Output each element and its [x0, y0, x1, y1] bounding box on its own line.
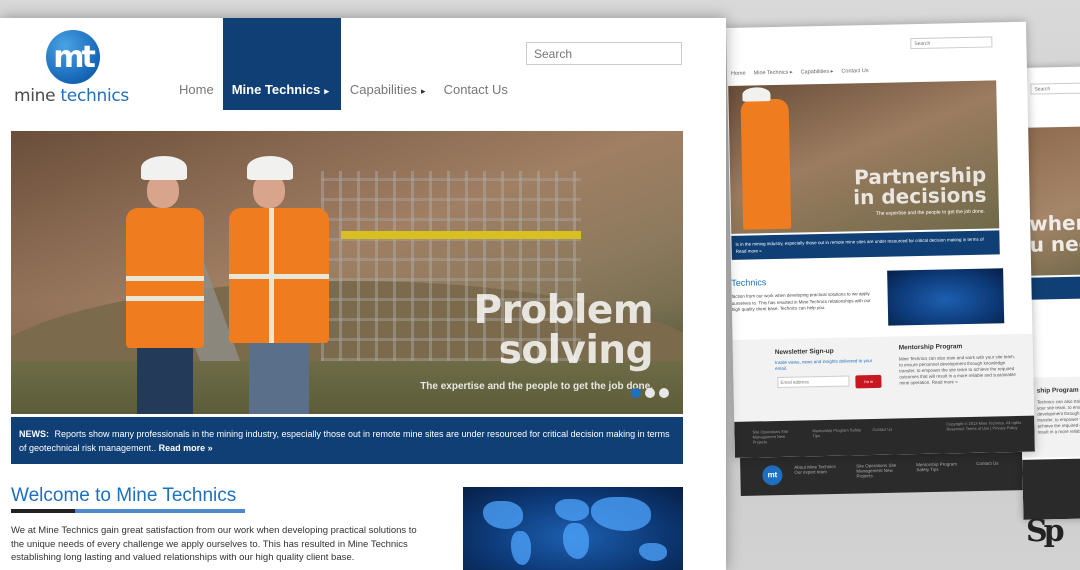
- search-input[interactable]: [526, 42, 682, 65]
- footer-links-operations[interactable]: Site Operations Site Management New Proj…: [856, 463, 902, 479]
- nav-contact-us-label: Contact Us: [443, 82, 508, 97]
- logo-text: mine technics: [14, 86, 129, 106]
- footer-links-mentorship[interactable]: Mentorship Program Safety Tips: [916, 461, 966, 472]
- world-map-image: [887, 268, 1005, 326]
- nav-mine-technics-label: Mine Technics: [231, 82, 321, 97]
- hard-hat-icon: [141, 156, 187, 180]
- footer-link-contact[interactable]: Contact Us: [976, 460, 1006, 466]
- hero-title: Problem solving: [473, 288, 654, 373]
- mentorship-body: Mine Technics can also train and work wi…: [898, 354, 1016, 386]
- logo-text-mine: mine: [14, 86, 61, 106]
- nav-contact-us[interactable]: Contact Us: [435, 18, 517, 110]
- news-text: Reports show many professionals in the m…: [19, 429, 670, 453]
- logo-text-technics: technics: [60, 86, 129, 106]
- footer-link-contact[interactable]: Contact Us: [872, 426, 902, 432]
- nav-mine-technics[interactable]: Mine Technics ▸: [222, 18, 341, 110]
- page2-footer: Site Operations Site Management New Proj…: [734, 415, 1035, 458]
- page2-hero: Partnership in decisions The expertise a…: [728, 80, 1000, 234]
- slider-dot[interactable]: [659, 388, 669, 398]
- nav-capabilities-label: Capabilities: [349, 82, 418, 97]
- watermark-logo: Sp: [1026, 514, 1065, 549]
- email-field[interactable]: [777, 375, 850, 388]
- search-input[interactable]: [910, 36, 993, 50]
- welcome-body: We at Mine Technics gain great satisfact…: [11, 525, 417, 563]
- welcome-underline-accent: [11, 509, 75, 513]
- page3-footer: [1022, 458, 1080, 520]
- nav-mine-technics[interactable]: Mine Technics ▸: [754, 70, 793, 77]
- nav-home[interactable]: Home: [731, 71, 746, 77]
- slider-dots: [631, 388, 669, 398]
- nav-contact-us[interactable]: Contact Us: [841, 68, 868, 75]
- footer-links-about[interactable]: About Mine Technics Our expert team: [794, 464, 844, 475]
- page2-hero-tagline: The expertise and the people to get the …: [875, 208, 985, 217]
- news-label: NEWS:: [19, 429, 49, 439]
- nav-home[interactable]: Home: [170, 18, 223, 110]
- page2-hero-title: Partnership in decisions: [853, 162, 987, 210]
- hero-tagline: The expertise and the people to get the …: [420, 381, 653, 392]
- search-input[interactable]: [1030, 82, 1080, 95]
- footer-links-mentorship[interactable]: Mentorship Program Safety Tips: [812, 427, 862, 438]
- caret-right-icon: ▸: [324, 86, 329, 96]
- mentorship-title: Mentorship Program: [898, 343, 963, 352]
- signup-button[interactable]: I'm in: [855, 374, 882, 389]
- newsletter-subtitle: Inside views, news and insights delivere…: [774, 358, 873, 372]
- caret-right-icon: ▸: [421, 86, 426, 96]
- logo-mark: mt: [762, 465, 783, 486]
- mentorship-body: Technics can also train and work with yo…: [1036, 398, 1080, 435]
- page3-hero-title: when u nee: [1029, 210, 1080, 257]
- page2-welcome-title: Technics: [731, 277, 767, 288]
- main-page: mt mine technics Home Mine Technics ▸ Cap…: [0, 18, 726, 570]
- mentorship-title: ship Program: [1036, 386, 1079, 395]
- world-map-image: [463, 487, 683, 570]
- newsletter-title: Newsletter Sign-up: [774, 347, 834, 357]
- preview-page-2: Home Mine Technics ▸ Capabilities ▸ Cont…: [726, 21, 1035, 458]
- hero-slider[interactable]: Problem solving The expertise and the pe…: [11, 131, 683, 414]
- footer-copyright: Copyright © 2013 Mine Technics. All righ…: [946, 419, 1022, 432]
- nav-home-label: Home: [179, 82, 214, 97]
- footer-links-operations[interactable]: Site Operations Site Management New Proj…: [752, 429, 792, 445]
- page2-nav: Home Mine Technics ▸ Capabilities ▸ Cont…: [731, 68, 869, 77]
- slider-dot[interactable]: [631, 388, 641, 398]
- hard-hat-icon: [247, 156, 293, 180]
- page2-body: faction from our work when developing pr…: [731, 291, 871, 312]
- welcome-title: Welcome to Mine Technics: [11, 485, 237, 506]
- logo[interactable]: mt mine technics: [14, 30, 134, 110]
- news-bar: NEWS: Reports show many professionals in…: [11, 417, 683, 464]
- news-read-more-link[interactable]: Read more »: [159, 443, 213, 453]
- nav-capabilities[interactable]: Capabilities ▸: [341, 18, 435, 110]
- slider-dot[interactable]: [645, 388, 655, 398]
- logo-mark: mt: [46, 30, 100, 84]
- hero-conveyor-beam: [341, 231, 581, 239]
- main-nav: Home Mine Technics ▸ Capabilities ▸ Contac…: [170, 18, 517, 110]
- hard-hat-icon: [742, 87, 771, 102]
- page2-news-bar: ls in the mining industry, especially th…: [731, 230, 1000, 260]
- nav-capabilities[interactable]: Capabilities ▸: [801, 69, 834, 76]
